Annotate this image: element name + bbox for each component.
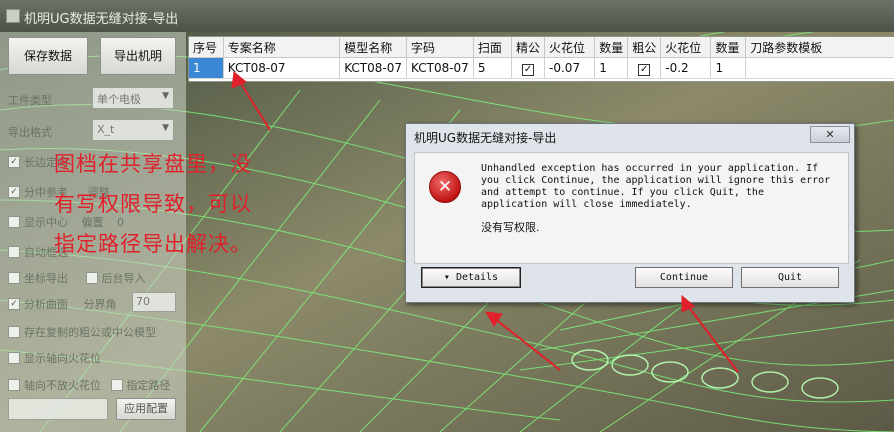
annotation-arrows xyxy=(231,71,739,373)
arrowhead-icon xyxy=(231,71,247,89)
arrow-to-details xyxy=(493,317,561,371)
arrowhead-icon xyxy=(485,311,503,327)
arrow-to-grid-cell xyxy=(239,81,271,131)
arrow-to-continue xyxy=(687,305,739,373)
arrowhead-icon xyxy=(681,294,695,313)
